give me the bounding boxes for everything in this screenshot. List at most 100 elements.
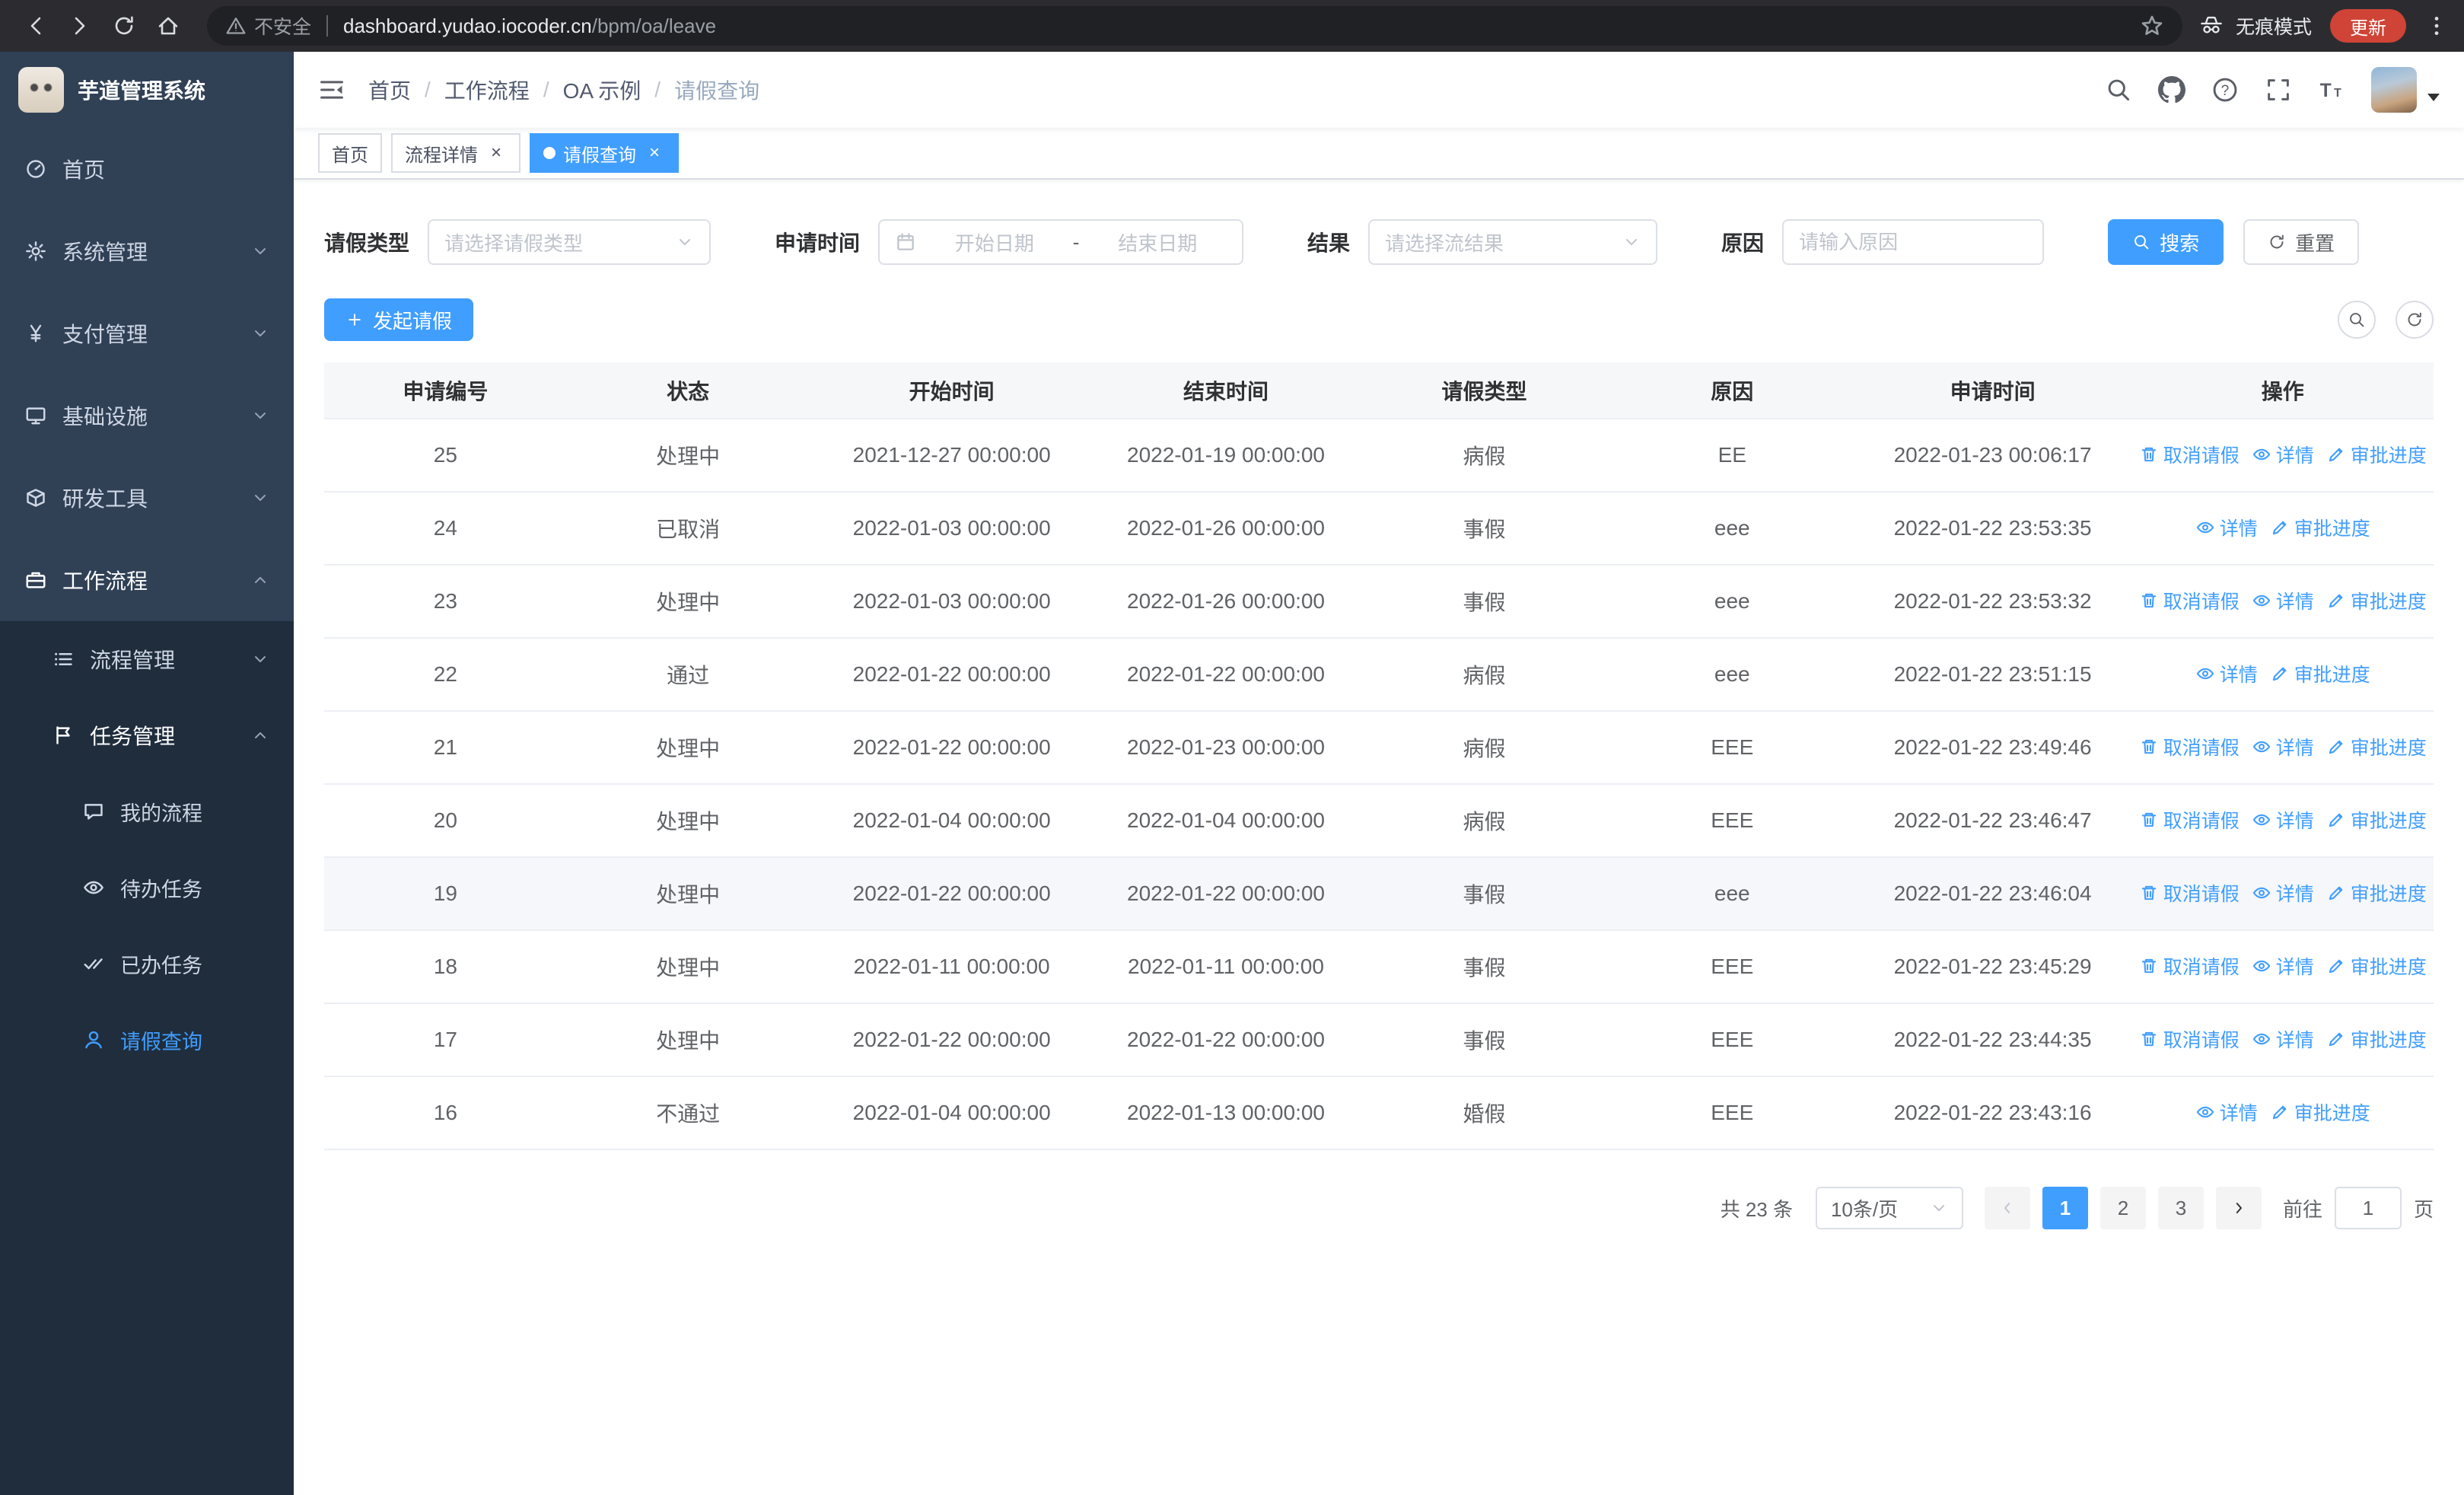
cancel-leave-link[interactable]: 取消请假 (2139, 587, 2240, 614)
browser-back-button[interactable] (15, 5, 56, 46)
approval-progress-link[interactable]: 审批进度 (2326, 952, 2427, 980)
approval-progress-link[interactable]: 审批进度 (2326, 441, 2427, 468)
cancel-leave-link[interactable]: 取消请假 (2139, 1025, 2240, 1053)
column-header: 原因 (1610, 362, 1854, 419)
browser-forward-button[interactable] (59, 5, 100, 46)
sidebar-item-leave-query[interactable]: 请假查询 (0, 1002, 294, 1078)
detail-link[interactable]: 详情 (2252, 441, 2314, 468)
refresh-icon (2270, 234, 2284, 249)
close-icon[interactable]: × (644, 142, 665, 164)
cell-id: 25 (324, 419, 567, 492)
header-search-icon[interactable] (2105, 76, 2132, 104)
approval-progress-link[interactable]: 审批进度 (2326, 1025, 2427, 1053)
search-button[interactable]: 搜索 (2108, 219, 2224, 265)
apply-time-range-picker[interactable]: 开始日期 - 结束日期 (878, 219, 1244, 265)
fullscreen-icon[interactable] (2265, 76, 2292, 104)
result-select[interactable]: 请选择流结果 (1368, 219, 1658, 265)
detail-link[interactable]: 详情 (2252, 1025, 2314, 1053)
sidebar-item-process-mgmt[interactable]: 流程管理 (0, 621, 294, 697)
table-row: 16 不通过 2022-01-04 00:00:00 2022-01-13 00:00… (324, 1076, 2434, 1150)
tab-leave-query[interactable]: 请假查询 × (530, 133, 679, 173)
sidebar-item-devtools[interactable]: 研发工具 (0, 457, 294, 539)
detail-link[interactable]: 详情 (2195, 514, 2258, 541)
security-warning[interactable]: 不安全 (225, 12, 311, 40)
browser-update-button[interactable]: 更新 (2330, 9, 2406, 43)
breadcrumb-item[interactable]: 首页 (368, 75, 411, 105)
approval-progress-link[interactable]: 审批进度 (2326, 806, 2427, 834)
sidebar-item-workflow[interactable]: 工作流程 (0, 539, 294, 621)
help-icon[interactable]: ? (2211, 76, 2239, 104)
cancel-leave-link[interactable]: 取消请假 (2139, 879, 2240, 907)
table-row: 18 处理中 2022-01-11 00:00:00 2022-01-11 00:00… (324, 930, 2434, 1004)
security-warning-label: 不安全 (254, 17, 312, 38)
font-size-icon[interactable]: TT (2318, 76, 2345, 104)
cancel-leave-link[interactable]: 取消请假 (2139, 733, 2240, 760)
toggle-search-button[interactable] (2338, 301, 2376, 339)
detail-link[interactable]: 详情 (2252, 879, 2314, 907)
sidebar-item-home[interactable]: 首页 (0, 128, 294, 210)
user-menu[interactable] (2371, 67, 2440, 113)
app-logo-row[interactable]: 芋道管理系统 (0, 52, 294, 128)
cell-actions: 取消请假 详情 审批进度 (2131, 930, 2434, 1004)
detail-link[interactable]: 详情 (2252, 952, 2314, 980)
browser-home-button[interactable] (148, 5, 189, 46)
approval-progress-link[interactable]: 审批进度 (2326, 733, 2427, 760)
leave-type-select[interactable]: 请选择请假类型 (428, 219, 712, 265)
sidebar-item-system[interactable]: 系统管理 (0, 210, 294, 292)
approval-progress-link[interactable]: 审批进度 (2270, 660, 2370, 687)
sidebar-item-done-tasks[interactable]: 已办任务 (0, 926, 294, 1002)
sidebar-item-payment[interactable]: 支付管理 (0, 292, 294, 375)
sidebar-item-label: 基础设施 (62, 405, 148, 429)
sidebar-item-my-process[interactable]: 我的流程 (0, 773, 294, 850)
approval-progress-link[interactable]: 审批进度 (2270, 1098, 2370, 1126)
sidebar-item-infra[interactable]: 基础设施 (0, 375, 294, 457)
eye-icon (2252, 594, 2270, 607)
detail-link[interactable]: 详情 (2252, 733, 2314, 760)
next-page-button[interactable] (2215, 1187, 2262, 1229)
browser-address-bar[interactable]: 不安全 dashboard.yudao.iocoder.cn/bpm/oa/le… (207, 6, 2182, 46)
breadcrumb-item[interactable]: 工作流程 (444, 75, 530, 105)
page-button-3[interactable]: 3 (2157, 1187, 2204, 1229)
page-button-1[interactable]: 1 (2042, 1187, 2088, 1229)
cancel-leave-link[interactable]: 取消请假 (2139, 441, 2240, 468)
refresh-table-button[interactable] (2396, 301, 2434, 339)
github-icon[interactable] (2158, 76, 2185, 104)
prev-page-button[interactable] (1984, 1187, 2030, 1229)
detail-link[interactable]: 详情 (2252, 587, 2314, 614)
column-header: 申请编号 (324, 362, 567, 419)
approval-progress-link[interactable]: 审批进度 (2326, 587, 2427, 614)
cancel-leave-link[interactable]: 取消请假 (2139, 806, 2240, 834)
create-leave-button[interactable]: 发起请假 (324, 298, 474, 341)
breadcrumb-item[interactable]: OA 示例 (563, 75, 641, 105)
cell-apply-time: 2022-01-22 23:49:46 (1853, 711, 2132, 785)
sidebar-item-task-mgmt[interactable]: 任务管理 (0, 697, 294, 773)
tab-process-detail[interactable]: 流程详情 × (391, 133, 520, 173)
detail-link[interactable]: 详情 (2195, 660, 2258, 687)
eye-icon (2252, 741, 2270, 753)
sidebar-collapse-icon[interactable] (318, 76, 345, 104)
approval-progress-link[interactable]: 审批进度 (2270, 514, 2370, 541)
approval-progress-link[interactable]: 审批进度 (2326, 879, 2427, 907)
pagination: 共 23 条 10条/页 1 2 3 前往 页 (324, 1187, 2434, 1266)
table-row: 23 处理中 2022-01-03 00:00:00 2022-01-26 00:00… (324, 565, 2434, 639)
page-button-2[interactable]: 2 (2099, 1187, 2146, 1229)
table-body: 25 处理中 2021-12-27 00:00:00 2022-01-19 00:00… (324, 419, 2434, 1150)
goto-page-input[interactable] (2334, 1187, 2402, 1229)
cell-status: 处理中 (566, 857, 810, 931)
detail-link[interactable]: 详情 (2195, 1098, 2258, 1126)
cancel-leave-link[interactable]: 取消请假 (2139, 952, 2240, 980)
delete-icon (2141, 1031, 2156, 1047)
cell-reason: EEE (1610, 1003, 1854, 1077)
detail-link[interactable]: 详情 (2252, 806, 2314, 834)
incognito-badge: 无痕模式 (2198, 12, 2312, 40)
reset-button[interactable]: 重置 (2243, 219, 2360, 265)
close-icon[interactable]: × (485, 142, 507, 164)
box-icon (27, 489, 45, 507)
reason-input[interactable] (1782, 219, 2045, 265)
sidebar-item-todo-tasks[interactable]: 待办任务 (0, 850, 294, 926)
bookmark-star-icon[interactable] (2140, 14, 2164, 38)
browser-menu-icon[interactable] (2424, 14, 2449, 38)
page-size-select[interactable]: 10条/页 (1815, 1187, 1963, 1229)
tab-home[interactable]: 首页 (318, 133, 382, 173)
browser-reload-button[interactable] (103, 5, 145, 46)
